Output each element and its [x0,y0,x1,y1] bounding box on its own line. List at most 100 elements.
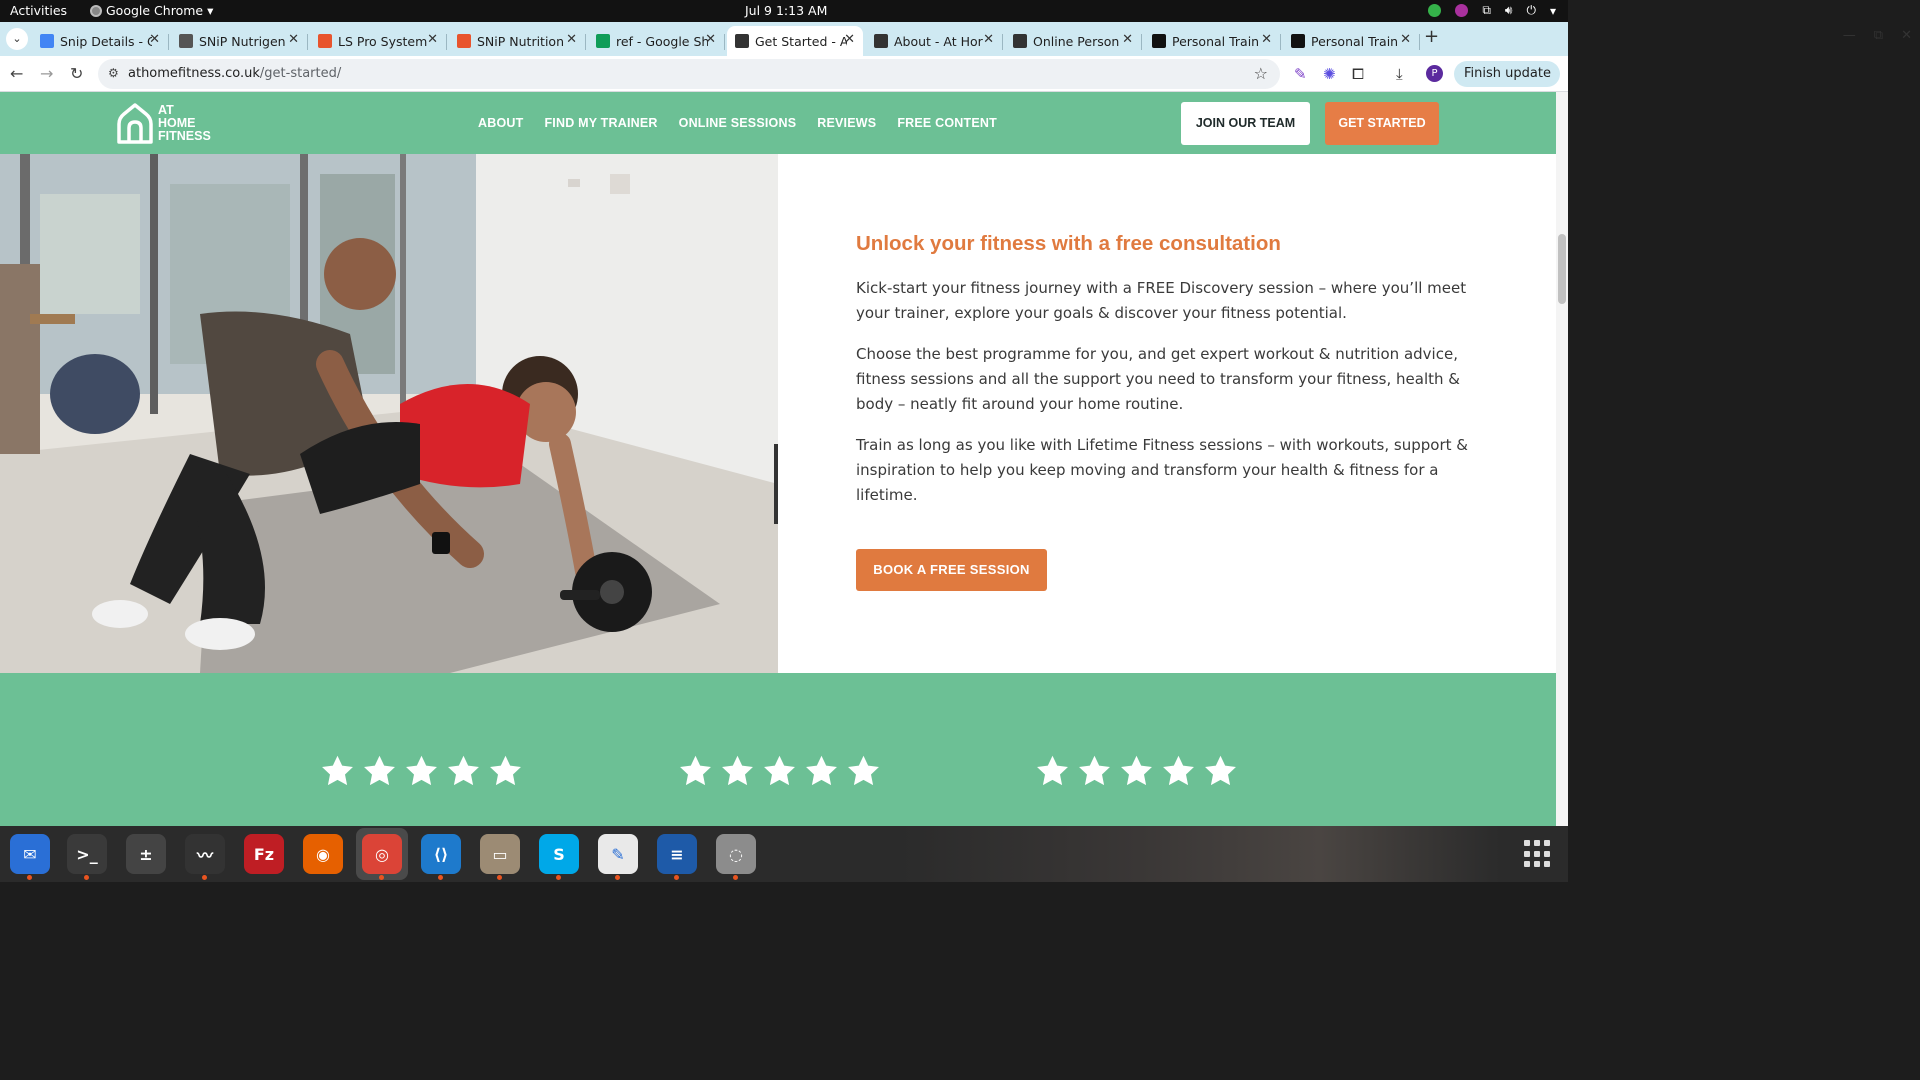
join-our-team-button[interactable]: JOIN OUR TEAM [1181,102,1310,145]
profile-avatar[interactable]: P [1426,65,1443,82]
running-indicator [556,875,561,880]
tab-close-icon[interactable]: ✕ [149,32,160,47]
extension-sparkle-icon[interactable]: ✺ [1323,65,1336,83]
page-scrollbar[interactable] [1556,92,1568,826]
tab-close-icon[interactable]: ✕ [288,32,299,47]
writer-icon[interactable]: ≡ [657,834,697,880]
tab-separator [585,34,586,50]
lifetime-paragraph: Train as long as you like with Lifetime … [856,436,1468,504]
site-header: AT HOME FITNESS ABOUT FIND MY TRAINER ON… [0,92,1556,154]
show-apps-grid-icon[interactable] [1524,840,1552,868]
forward-icon[interactable]: → [40,64,53,83]
star-icon [364,755,395,786]
filezilla-icon[interactable]: Fz [244,834,284,874]
athome-icon [735,34,749,48]
window-controls: — ⧉ ✕ [1843,28,1912,43]
terminal-icon[interactable]: >_ [67,834,107,880]
tab-4[interactable]: SNiP Nutrition ✕ [449,26,586,56]
site-info-icon[interactable]: ⚙ [108,66,119,80]
pen-extension-icon[interactable]: ✎ [1294,65,1307,83]
bookmark-star-icon[interactable]: ☆ [1254,64,1268,83]
close-window-icon[interactable]: ✕ [1901,28,1912,43]
address-bar[interactable]: ⚙ athomefitness.co.uk/get-started/ ☆ [98,59,1280,89]
volume-icon[interactable]: 🔊︎ [1505,3,1513,18]
app-name: Google Chrome [106,3,204,18]
url-text[interactable]: athomefitness.co.uk/get-started/ [128,66,341,81]
tab-separator [307,34,308,50]
star-icon [680,755,711,786]
maximize-icon[interactable]: ⧉ [1874,28,1883,43]
get-started-button[interactable]: GET STARTED [1325,102,1439,145]
tab-close-icon[interactable]: ✕ [1122,32,1133,47]
tab-close-icon[interactable]: ✕ [1400,32,1411,47]
new-tab-button[interactable]: + [1424,26,1439,47]
finish-update-button[interactable]: Finish update ⋮ [1454,61,1560,107]
firefox-icon[interactable]: ◉ [303,834,343,874]
tab-separator [446,34,447,50]
tab-close-icon[interactable]: ✕ [705,32,716,47]
thunderbird-icon[interactable]: ✉ [10,834,50,880]
nav-find-my-trainer[interactable]: FIND MY TRAINER [544,116,657,130]
star-icon [1163,755,1194,786]
skype-icon[interactable]: S [539,834,579,880]
nav-reviews[interactable]: REVIEWS [817,116,876,130]
tab-close-icon[interactable]: ✕ [566,32,577,47]
tab-close-icon[interactable]: ✕ [1261,32,1272,47]
star-icon [490,755,521,786]
calculator-icon[interactable]: ± [126,834,166,874]
google-docs-icon [40,34,54,48]
download-icon[interactable]: ⤓ [1396,65,1403,83]
site-logo[interactable]: AT HOME FITNESS [116,102,211,144]
minimize-icon[interactable]: — [1843,28,1856,43]
reload-icon[interactable]: ↻ [70,64,83,83]
tab-close-icon[interactable]: ✕ [427,32,438,47]
logo-mark-icon [117,103,153,144]
running-indicator [497,875,502,880]
running-indicator [84,875,89,880]
tab-close-icon[interactable]: ✕ [983,32,994,47]
tab-8[interactable]: Online Person ✕ [1005,26,1142,56]
wallpaper-strip [900,826,1500,882]
notification-icon[interactable] [1455,4,1469,17]
vscode-icon[interactable]: ⟨⟩ [421,834,461,880]
tab-6[interactable]: Get Started - A ✕ [727,26,863,56]
tab-separator [724,34,725,50]
scrollbar-thumb[interactable] [1558,234,1566,304]
tab-close-icon[interactable]: ✕ [844,32,855,47]
running-indicator [733,875,738,880]
web-page: AT HOME FITNESS ABOUT FIND MY TRAINER ON… [0,92,1556,826]
activities-button[interactable]: Activities [10,3,67,18]
tab-7[interactable]: About - At Hor ✕ [866,26,1003,56]
system-monitor-icon[interactable]: 〰 [185,834,225,880]
tab-label: Online Person [1033,33,1120,49]
star-icon [406,755,437,786]
back-icon[interactable]: ← [10,64,23,83]
system-tray[interactable]: ⧉ 🔊︎ ⏻ ▾ [1428,3,1556,18]
tab-separator [1280,34,1281,50]
app-menu[interactable]: Google Chrome ▾ [90,3,213,18]
star-icon [848,755,879,786]
trainer-and-client-photo [0,154,778,673]
power-icon[interactable]: ⏻ [1526,3,1536,18]
tab-10[interactable]: Personal Train ✕ [1283,26,1420,56]
tab-3[interactable]: LS Pro System ✕ [310,26,447,56]
tab-5[interactable]: ref - Google Sh ✕ [588,26,725,56]
tab-9[interactable]: Personal Train ✕ [1144,26,1281,56]
clock[interactable]: Jul 9 1:13 AM [745,3,827,18]
book-free-session-button[interactable]: BOOK A FREE SESSION [856,549,1047,591]
nav-free-content[interactable]: FREE CONTENT [897,116,997,130]
files-icon[interactable]: ▭ [480,834,520,880]
chevron-down-icon[interactable]: ▾ [1550,4,1556,18]
network-icon[interactable]: ⧉ [1482,3,1491,18]
tab-search-button[interactable]: ⌄ [6,28,28,50]
tab-1[interactable]: Snip Details - C ✕ [32,26,169,56]
system-top-bar: Activities Google Chrome ▾ Jul 9 1:13 AM… [0,0,1568,22]
update-status-icon[interactable] [1428,4,1442,17]
text-editor-icon[interactable]: ✎ [598,834,638,880]
nav-about[interactable]: ABOUT [478,116,523,130]
nav-online-sessions[interactable]: ONLINE SESSIONS [679,116,797,130]
extensions-puzzle-icon[interactable]: ⧠ [1352,65,1364,83]
tab-2[interactable]: SNiP Nutrigen ✕ [171,26,308,56]
disk-icon[interactable]: ◌ [716,834,756,880]
chrome-icon[interactable]: ◎ [362,834,402,880]
